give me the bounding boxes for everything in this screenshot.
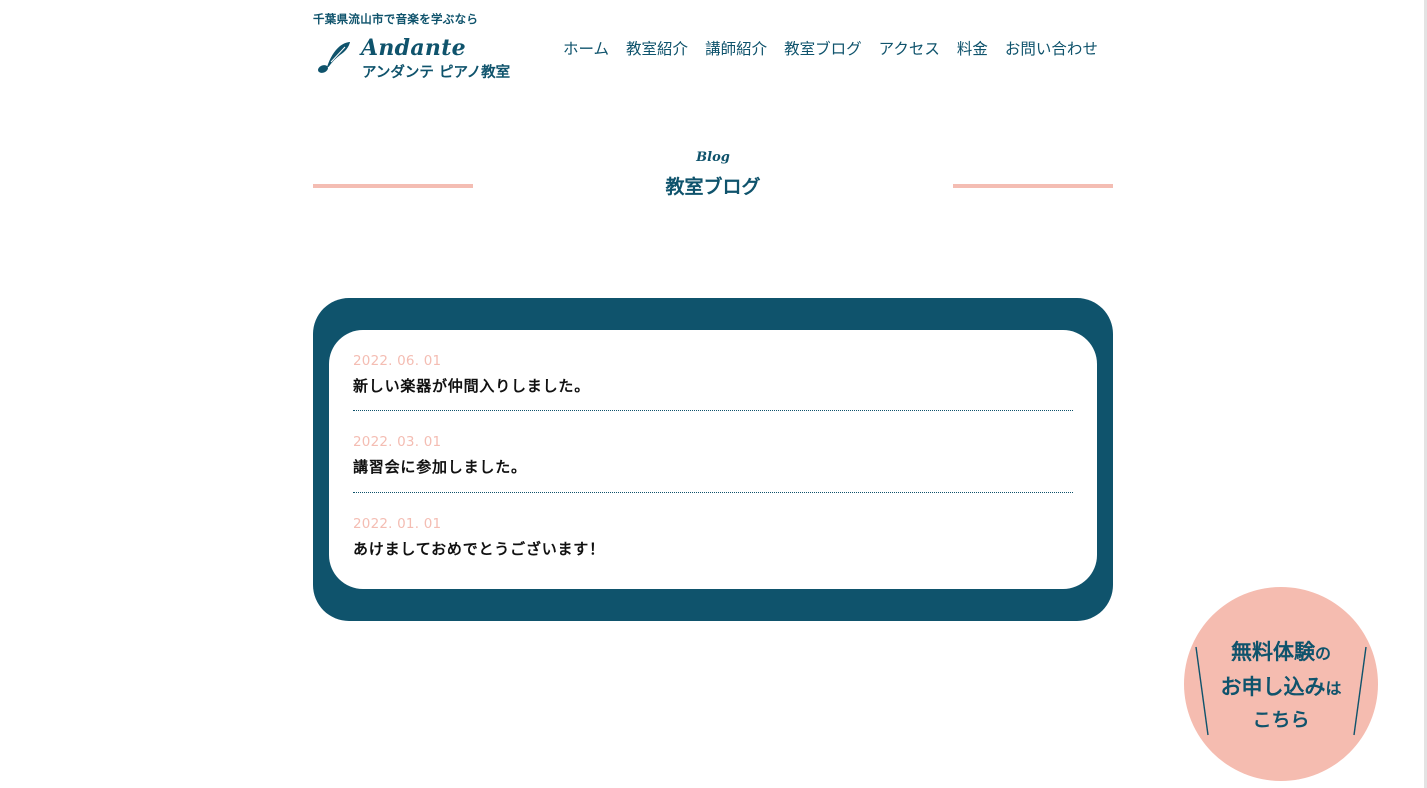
cta-text-line1: 無料体験の [1230,640,1331,664]
free-trial-cta-button[interactable]: 無料体験の お申し込みは こちら [1184,587,1378,781]
nav-item-access[interactable]: アクセス [879,37,940,59]
site-logo[interactable]: Andante アンダンテ ピアノ教室 [315,35,520,84]
nav-item-blog[interactable]: 教室ブログ [784,37,862,59]
main-nav: ホーム 教室紹介 講師紹介 教室ブログ アクセス 料金 お問い合わせ [563,37,1098,59]
cta-text-line3: こちら [1252,709,1310,731]
blog-post-item[interactable]: 2022. 03. 01 講習会に参加しました。 [353,434,1073,477]
nav-item-home[interactable]: ホーム [563,37,609,59]
post-divider [353,492,1073,493]
blog-post-item[interactable]: 2022. 01. 01 あけましておめでとうございます！ [353,516,1073,559]
post-date: 2022. 03. 01 [353,434,442,450]
post-date: 2022. 01. 01 [353,516,442,532]
quill-note-icon [317,42,350,73]
cta-text-line2: お申し込みは [1220,675,1342,699]
post-date: 2022. 06. 01 [353,353,442,369]
post-title[interactable]: あけましておめでとうございます！ [353,538,1073,559]
section-heading: Blog 教室ブログ [313,148,1113,198]
logo-wordmark: Andante [361,35,466,61]
blog-panel: 2022. 06. 01 新しい楽器が仲間入りしました。 2022. 03. 0… [313,298,1113,621]
site-tagline: 千葉県流山市で音楽を学ぶなら [313,12,479,26]
logo-subtitle: アンダンテ ピアノ教室 [362,65,511,81]
blog-post-list: 2022. 06. 01 新しい楽器が仲間入りしました。 2022. 03. 0… [329,330,1097,589]
nav-item-teacher[interactable]: 講師紹介 [705,37,767,59]
blog-post-item[interactable]: 2022. 06. 01 新しい楽器が仲間入りしました。 [353,353,1073,396]
post-title[interactable]: 新しい楽器が仲間入りしました。 [353,375,1073,396]
section-title-en: Blog [696,150,730,165]
section-title-ja: 教室ブログ [665,176,761,198]
post-title[interactable]: 講習会に参加しました。 [353,456,1073,477]
nav-item-contact[interactable]: お問い合わせ [1005,37,1098,59]
nav-item-fees[interactable]: 料金 [957,37,988,59]
post-divider [353,410,1073,411]
nav-item-about[interactable]: 教室紹介 [626,37,688,59]
